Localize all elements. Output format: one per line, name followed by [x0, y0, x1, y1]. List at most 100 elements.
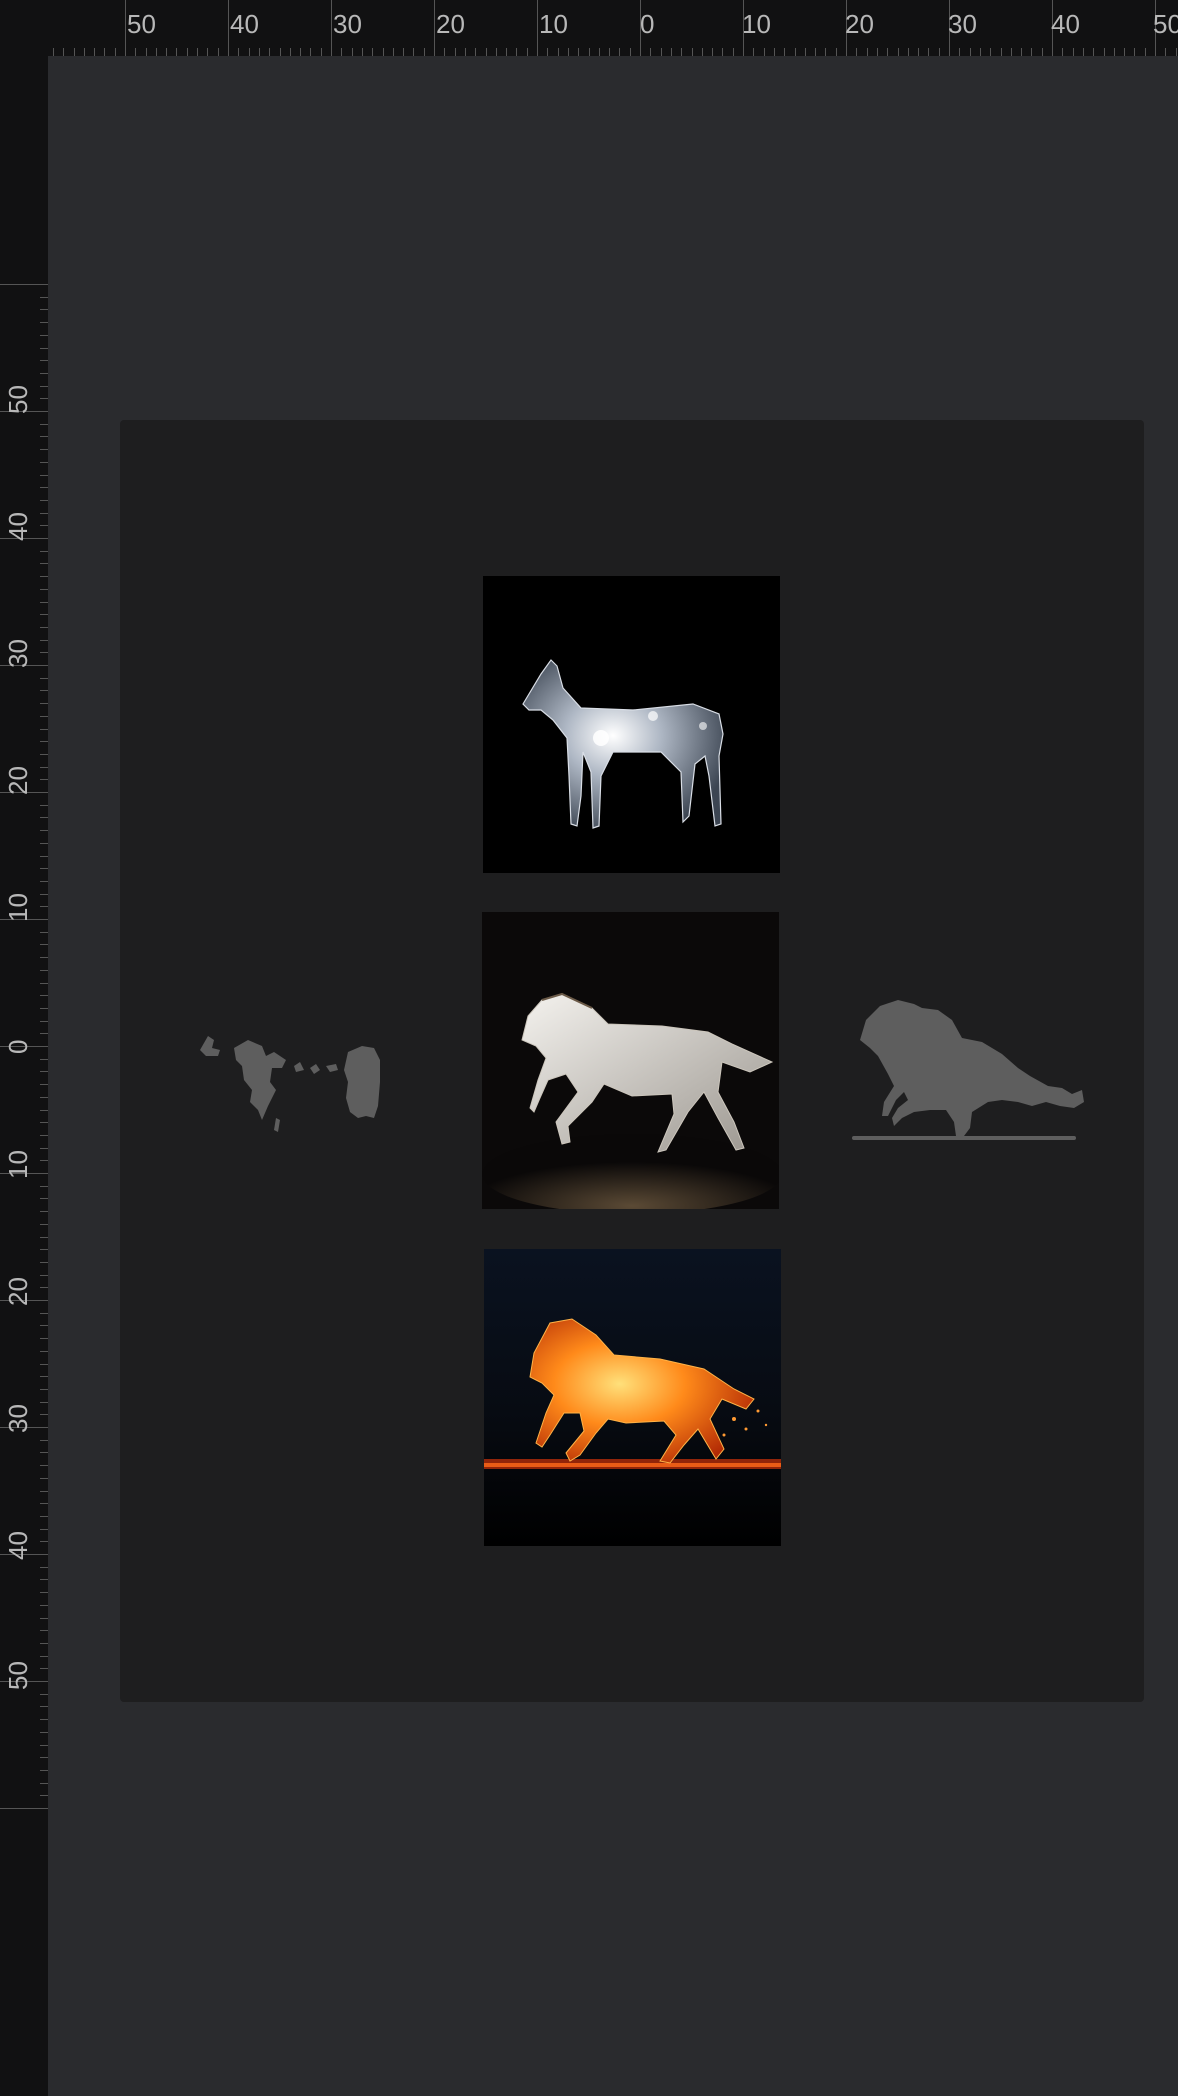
ruler-tick	[733, 48, 734, 56]
ruler-tick	[661, 48, 662, 56]
ruler-tick	[40, 1160, 48, 1161]
ruler-tick	[40, 563, 48, 564]
ruler-tick	[40, 322, 48, 323]
ruler-tick	[40, 817, 48, 818]
ruler-tick	[486, 48, 487, 56]
ruler-tick	[40, 640, 48, 641]
ruler-tick	[40, 1351, 48, 1352]
ruler-tick	[341, 48, 342, 56]
ruler-tick	[40, 500, 48, 501]
ruler-tick	[40, 1033, 48, 1034]
fire-horse-image[interactable]	[484, 1249, 781, 1546]
ruler-tick	[40, 551, 48, 552]
ruler-tick	[1042, 48, 1043, 56]
ruler-tick	[40, 1084, 48, 1085]
ruler-tick	[764, 48, 765, 56]
ruler-label: 10	[3, 1150, 33, 1179]
ruler-tick	[40, 348, 48, 349]
design-canvas[interactable]: 50 40 30 20 10 0 10 20 30 40 50 50 40 30…	[0, 0, 1178, 2096]
horizontal-ruler[interactable]: 50 40 30 20 10 0 10 20 30 40 50	[0, 0, 1178, 56]
ruler-tick	[692, 48, 693, 56]
white-horse-image[interactable]	[482, 912, 779, 1209]
ruler-tick	[1093, 48, 1094, 56]
ruler-tick	[465, 48, 466, 56]
ruler-tick	[40, 1529, 48, 1530]
ruler-label: 50	[127, 9, 156, 39]
vertical-ruler[interactable]: 50 40 30 20 10 0 10 20 30 40 50	[0, 56, 48, 2096]
ruler-label: 10	[3, 893, 33, 922]
ruler-tick	[207, 48, 208, 56]
horse-silhouette-layer[interactable]	[852, 990, 1092, 1150]
ruler-tick	[249, 48, 250, 56]
ruler-tick	[1104, 48, 1105, 56]
ruler-tick	[40, 1732, 48, 1733]
ruler-tick	[40, 690, 48, 691]
ruler-tick	[455, 48, 456, 56]
ruler-tick	[40, 805, 48, 806]
artboard[interactable]	[120, 420, 1144, 1702]
map-shape-layer[interactable]	[190, 1010, 390, 1150]
ruler-tick	[40, 944, 48, 945]
ruler-tick	[40, 1770, 48, 1771]
ruler-tick	[40, 881, 48, 882]
ruler-tick	[197, 48, 198, 56]
ruler-label: 20	[3, 766, 33, 795]
fire-horse-graphic	[484, 1249, 781, 1546]
ruler-tick	[1031, 48, 1032, 56]
ruler-tick	[671, 48, 672, 56]
ruler-tick	[40, 1452, 48, 1453]
ruler-tick	[40, 1325, 48, 1326]
ruler-tick	[156, 48, 157, 56]
ruler-tick	[1083, 48, 1084, 56]
ruler-tick	[40, 1414, 48, 1415]
ruler-tick	[40, 1719, 48, 1720]
ruler-tick	[383, 48, 384, 56]
ruler-tick	[40, 335, 48, 336]
ruler-tick	[681, 48, 682, 56]
ruler-tick	[218, 48, 219, 56]
ruler-tick	[40, 1287, 48, 1288]
ruler-tick	[40, 1668, 48, 1669]
ruler-tick	[1134, 48, 1135, 56]
ruler-tick	[331, 0, 332, 56]
ruler-tick	[40, 1478, 48, 1479]
ruler-tick	[40, 589, 48, 590]
ruler-label: 30	[948, 9, 977, 39]
ruler-tick	[537, 0, 538, 56]
ruler-tick	[928, 48, 929, 56]
ruler-tick	[980, 48, 981, 56]
ruler-tick	[444, 48, 445, 56]
ruler-tick	[40, 856, 48, 857]
ruler-tick	[40, 1402, 48, 1403]
ruler-tick	[40, 424, 48, 425]
ruler-label: 0	[640, 9, 655, 39]
ruler-tick	[40, 1021, 48, 1022]
ruler-tick	[187, 48, 188, 56]
ruler-label: 10	[539, 9, 568, 39]
ruler-tick	[40, 1745, 48, 1746]
ruler-tick	[40, 360, 48, 361]
ruler-tick	[40, 1364, 48, 1365]
ruler-tick	[1073, 48, 1074, 56]
ruler-tick	[939, 48, 940, 56]
ruler-tick	[40, 1186, 48, 1187]
ruler-tick	[630, 48, 631, 56]
ruler-label: 40	[1051, 9, 1080, 39]
ruler-tick	[94, 48, 95, 56]
ruler-tick	[40, 843, 48, 844]
ruler-label: 30	[3, 639, 33, 668]
ruler-tick	[990, 48, 991, 56]
ruler-tick	[40, 398, 48, 399]
ruler-tick	[372, 48, 373, 56]
ruler-tick	[40, 932, 48, 933]
ruler-tick	[516, 48, 517, 56]
crystal-horse-image[interactable]	[483, 576, 780, 873]
ruler-tick	[1145, 48, 1146, 56]
ruler-tick	[40, 1249, 48, 1250]
ruler-tick	[135, 48, 136, 56]
ruler-tick	[908, 48, 909, 56]
ruler-tick	[1062, 48, 1063, 56]
ruler-tick	[40, 1694, 48, 1695]
ruler-tick	[1165, 48, 1166, 56]
ruler-tick	[40, 576, 48, 577]
